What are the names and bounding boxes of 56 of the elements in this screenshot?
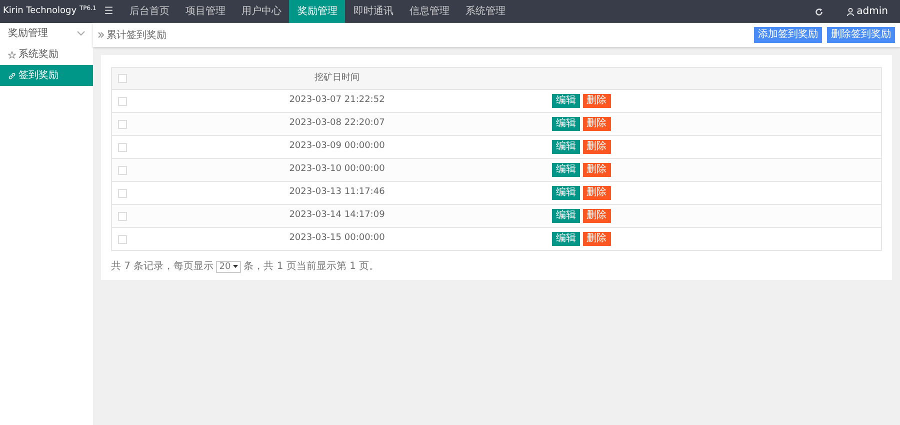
select-all-checkbox[interactable] — [118, 74, 127, 83]
row-checkbox[interactable] — [118, 142, 127, 152]
table-cell-text: 2023-03-08 22:20:07 — [288, 117, 386, 130]
nav-tab[interactable]: 项目管理 — [177, 0, 234, 23]
user-icon — [846, 8, 854, 16]
brand-logo: Kirin Technology $^{TP6.1}$ — [3, 6, 96, 16]
sidebar-item[interactable]: 系统奖励 — [0, 44, 93, 65]
row-checkbox[interactable] — [118, 188, 127, 198]
sidebar-group[interactable]: 奖励管理 — [0, 23, 93, 44]
nav-tab[interactable]: 用户中心 — [233, 0, 290, 23]
pagination-text: 共 7 条记录，每页显示 — [111, 260, 214, 274]
link-icon — [8, 72, 16, 80]
chevron-icon — [77, 31, 85, 36]
star-icon — [8, 50, 16, 58]
nav-tab[interactable]: 后台首页 — [121, 0, 178, 23]
delete-button[interactable]: 删除 — [582, 117, 610, 131]
edit-button[interactable]: 编辑 — [552, 186, 580, 200]
refresh-icon[interactable] — [814, 8, 823, 16]
edit-button[interactable]: 编辑 — [552, 94, 580, 108]
edit-button[interactable]: 编辑 — [552, 140, 580, 154]
edit-button[interactable]: 编辑 — [552, 163, 580, 177]
row-checkbox[interactable] — [118, 96, 127, 106]
user-name[interactable]: admin — [856, 4, 888, 19]
table-cell-text: 2023-03-14 14:17:09 — [288, 209, 386, 222]
edit-button[interactable]: 编辑 — [552, 117, 580, 131]
row-checkbox[interactable] — [118, 234, 127, 244]
delete-button[interactable]: 删除 — [582, 94, 610, 108]
action-button[interactable]: 添加签到奖励 — [754, 27, 822, 43]
nav-tab[interactable]: 即时通讯 — [345, 0, 402, 23]
delete-button[interactable]: 删除 — [582, 140, 610, 154]
delete-button[interactable]: 删除 — [582, 186, 610, 200]
column-header: 挖矿日时间 — [314, 72, 360, 85]
double-chevron-icon — [98, 32, 104, 38]
delete-button[interactable]: 删除 — [582, 163, 610, 177]
delete-button[interactable]: 删除 — [582, 232, 610, 246]
page-size-select[interactable]: 20 — [216, 260, 242, 272]
pagination-text: 条，共 1 页当前显示第 1 页。 — [244, 260, 380, 274]
table-cell-text: 2023-03-09 00:00:00 — [288, 140, 386, 154]
sidebar-item[interactable]: 签到奖励 — [0, 65, 93, 86]
table-cell-text: 2023-03-07 21:22:52 — [288, 94, 386, 108]
table-cell-text: 2023-03-10 00:00:00 — [288, 163, 386, 176]
edit-button[interactable]: 编辑 — [552, 209, 580, 223]
breadcrumb: 累计签到奖励 — [106, 28, 166, 42]
edit-button[interactable]: 编辑 — [552, 232, 580, 246]
nav-tab[interactable]: 奖励管理 — [289, 0, 346, 23]
row-checkbox[interactable] — [118, 120, 127, 128]
menu-icon[interactable]: ☰ — [96, 0, 122, 23]
nav-tab[interactable]: 系统管理 — [457, 0, 514, 23]
row-checkbox[interactable] — [118, 212, 127, 220]
delete-button[interactable]: 删除 — [582, 209, 610, 223]
action-button[interactable]: 删除签到奖励 — [827, 27, 895, 43]
table-cell-text: 2023-03-15 00:00:00 — [288, 232, 386, 246]
caret-icon — [233, 265, 238, 268]
row-checkbox[interactable] — [118, 166, 127, 174]
nav-tab[interactable]: 信息管理 — [401, 0, 458, 23]
table-cell-text: 2023-03-13 11:17:46 — [288, 186, 386, 200]
